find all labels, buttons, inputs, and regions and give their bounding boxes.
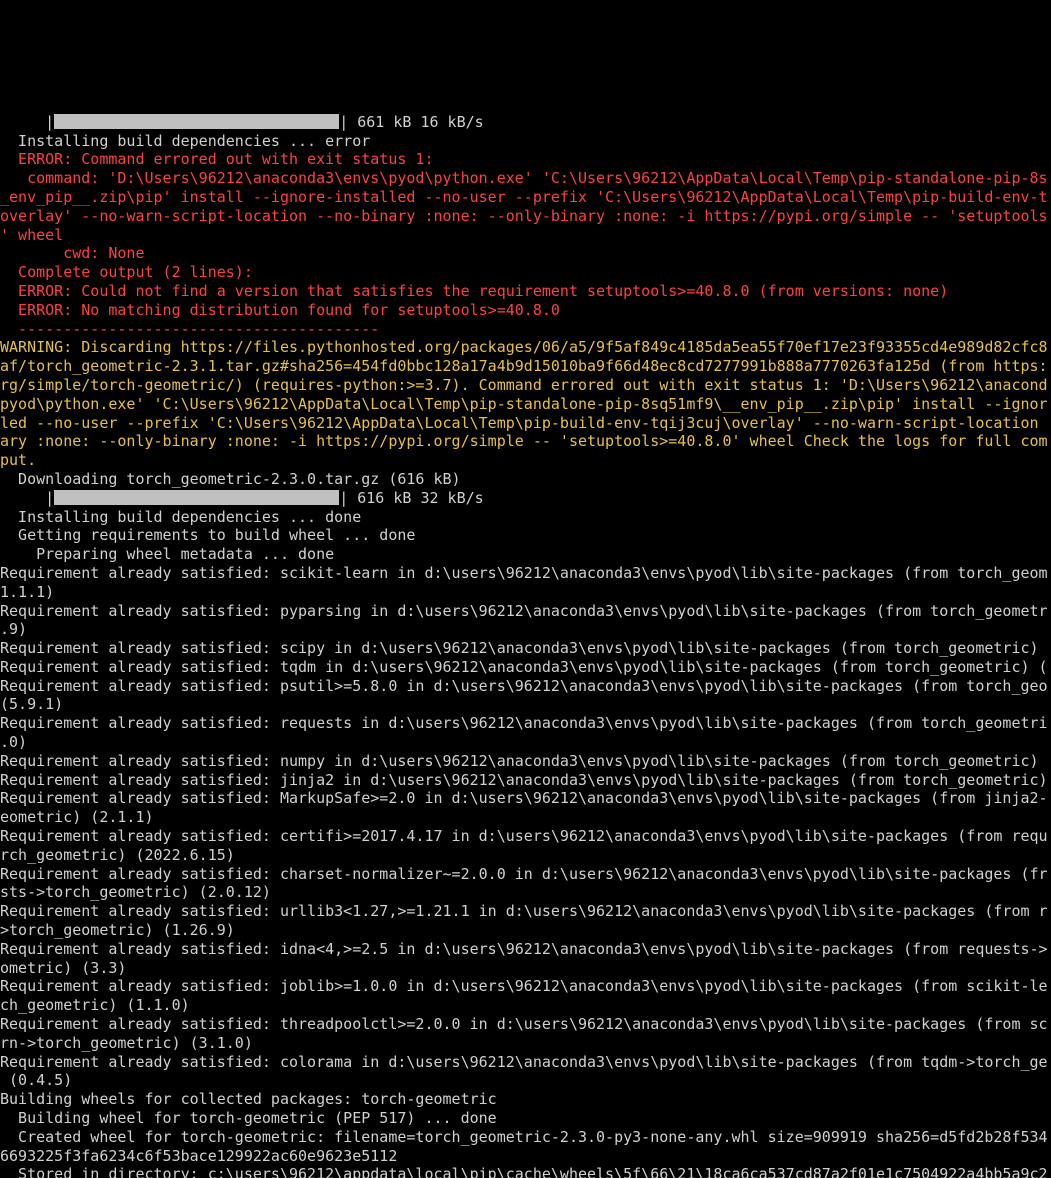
get-reqs-done: Getting requirements to build wheel ... … xyxy=(0,526,415,544)
downloading-line: Downloading torch_geometric-2.3.0.tar.gz… xyxy=(0,470,461,488)
warning-line-4: pyod\python.exe' 'C:\Users\96212\AppData… xyxy=(0,395,1048,413)
req-scikit-learn-1: Requirement already satisfied: scikit-le… xyxy=(0,564,1048,582)
req-joblib-1: Requirement already satisfied: joblib>=1… xyxy=(0,977,1048,995)
install-deps-done: Installing build dependencies ... done xyxy=(0,508,361,526)
req-idna-2: ometric) (3.3) xyxy=(0,959,126,977)
req-scikit-learn-2: 1.1.1) xyxy=(0,583,54,601)
progress-bar-fill-icon xyxy=(54,490,339,505)
warning-line-7: put. xyxy=(0,451,36,469)
req-certifi-2: rch_geometric) (2022.6.15) xyxy=(0,846,235,864)
warning-line-2: af/torch_geometric-2.3.1.tar.gz#sha256=4… xyxy=(0,357,1048,375)
req-markupsafe-1: Requirement already satisfied: MarkupSaf… xyxy=(0,789,1048,807)
warning-line-3: rg/simple/torch-geometric/) (requires-py… xyxy=(0,376,1048,394)
req-urllib3-2: >torch_geometric) (1.26.9) xyxy=(0,921,235,939)
req-psutil-1: Requirement already satisfied: psutil>=5… xyxy=(0,677,1048,695)
req-urllib3-1: Requirement already satisfied: urllib3<1… xyxy=(0,902,1048,920)
stored-in-dir-1: Stored in directory: c:\users\96212\appd… xyxy=(0,1165,1048,1178)
req-psutil-2: (5.9.1) xyxy=(0,695,63,713)
error-command-3: overlay' --no-warn-script-location --no-… xyxy=(0,207,1048,225)
req-colorama-2: (0.4.5) xyxy=(0,1071,72,1089)
progress-bar-fill-icon xyxy=(54,114,339,129)
req-numpy: Requirement already satisfied: numpy in … xyxy=(0,752,1048,770)
req-threadpoolctl-2: rn->torch_geometric) (3.1.0) xyxy=(0,1034,253,1052)
warning-line-6: ary :none: --only-binary :none: -i https… xyxy=(0,432,1048,450)
req-scipy: Requirement already satisfied: scipy in … xyxy=(0,639,1048,657)
req-charset-1: Requirement already satisfied: charset-n… xyxy=(0,865,1048,883)
error-cwd: cwd: None xyxy=(0,244,145,262)
building-wheel-pep517: Building wheel for torch-geometric (PEP … xyxy=(0,1109,497,1127)
created-wheel-2: 6693225f3fa6234c6f53bace129922ac60e9623e… xyxy=(0,1147,397,1165)
req-threadpoolctl-1: Requirement already satisfied: threadpoo… xyxy=(0,1015,1048,1033)
req-jinja2: Requirement already satisfied: jinja2 in… xyxy=(0,771,1048,789)
warning-line-1: WARNING: Discarding https://files.python… xyxy=(0,338,1048,356)
req-colorama-1: Requirement already satisfied: colorama … xyxy=(0,1053,1048,1071)
req-certifi-1: Requirement already satisfied: certifi>=… xyxy=(0,827,1048,845)
error-no-version: ERROR: Could not find a version that sat… xyxy=(0,282,948,300)
req-markupsafe-2: eometric) (2.1.1) xyxy=(0,808,154,826)
req-requests-2: .0) xyxy=(0,733,27,751)
error-header: ERROR: Command errored out with exit sta… xyxy=(0,150,433,168)
progress-bar-line-1: || 661 kB 16 kB/s xyxy=(0,113,484,131)
req-idna-1: Requirement already satisfied: idna<4,>=… xyxy=(0,940,1048,958)
building-wheels-header: Building wheels for collected packages: … xyxy=(0,1090,497,1108)
prepare-metadata-done: Preparing wheel metadata ... done xyxy=(0,545,334,563)
req-joblib-2: ch_geometric) (1.1.0) xyxy=(0,996,190,1014)
req-charset-2: sts->torch_geometric) (2.0.12) xyxy=(0,883,271,901)
req-tqdm: Requirement already satisfied: tqdm in d… xyxy=(0,658,1048,676)
error-command-2: _env_pip__.zip\pip' install --ignore-ins… xyxy=(0,188,1048,206)
error-no-dist: ERROR: No matching distribution found fo… xyxy=(0,301,560,319)
error-complete-output: Complete output (2 lines): xyxy=(0,263,253,281)
error-command-4: ' wheel xyxy=(0,226,63,244)
req-pyparsing-2: .9) xyxy=(0,620,27,638)
created-wheel-1: Created wheel for torch-geometric: filen… xyxy=(0,1128,1048,1146)
req-pyparsing-1: Requirement already satisfied: pyparsing… xyxy=(0,602,1048,620)
install-deps-error: Installing build dependencies ... error xyxy=(0,132,370,150)
terminal-output[interactable]: || 661 kB 16 kB/s Installing build depen… xyxy=(0,94,1051,1178)
req-requests-1: Requirement already satisfied: requests … xyxy=(0,714,1048,732)
progress-bar-line-2: || 616 kB 32 kB/s xyxy=(0,489,484,507)
warning-line-5: led --no-user --prefix 'C:\Users\96212\A… xyxy=(0,414,1048,432)
error-divider: ---------------------------------------- xyxy=(0,320,379,338)
error-command-1: command: 'D:\Users\96212\anaconda3\envs\… xyxy=(0,169,1048,187)
